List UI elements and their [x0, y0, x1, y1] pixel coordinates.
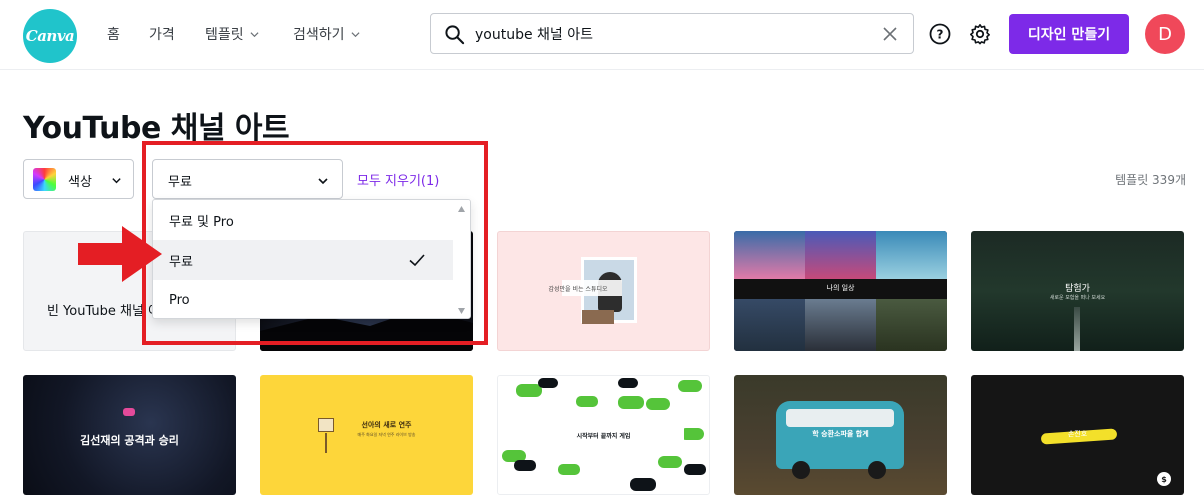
- nav-pricing-label: 가격: [149, 27, 175, 43]
- nav-discover[interactable]: 검색하기: [293, 24, 360, 44]
- card-text: 손진호: [1067, 430, 1088, 438]
- card-text: 김선재의 공격과 승리: [80, 434, 179, 447]
- card-text: 시작부터 끝까지 게임: [576, 433, 631, 440]
- svg-text:?: ?: [937, 28, 944, 42]
- highlight-box: [142, 141, 488, 345]
- chevron-down-icon: [112, 178, 121, 184]
- card-subtext: 매주 화요일 저녁 연주 라이브 방송: [357, 432, 416, 437]
- chevron-down-icon: [351, 31, 360, 37]
- color-swatch-icon: [33, 168, 56, 191]
- template-card-van[interactable]: 학 승환소파올 합계: [734, 375, 947, 495]
- template-card-explorer[interactable]: 탐험가 새로운 모험을 떠나 보세요: [971, 231, 1184, 351]
- template-card-studio[interactable]: 감성만을 비는 스튜디오: [497, 231, 710, 351]
- nav-home[interactable]: 홈: [107, 24, 120, 44]
- canva-logo[interactable]: Canva: [23, 9, 77, 63]
- card-text: 선아의 새로 연주: [361, 421, 412, 429]
- avatar[interactable]: D: [1145, 14, 1185, 54]
- color-filter-button[interactable]: 색상: [23, 159, 134, 199]
- card-text: 감성만을 비는 스튜디오: [548, 286, 608, 293]
- nav-discover-label: 검색하기: [293, 27, 345, 43]
- gear-icon[interactable]: [969, 23, 991, 45]
- pro-badge-icon: $: [1157, 472, 1171, 486]
- nav-home-label: 홈: [107, 27, 120, 43]
- nav-templates-label: 템플릿: [205, 27, 244, 43]
- help-icon[interactable]: ?: [929, 23, 951, 45]
- color-filter-label: 색상: [68, 175, 92, 190]
- search-input[interactable]: [475, 22, 855, 46]
- template-card-music[interactable]: 선아의 새로 연주 매주 화요일 저녁 연주 라이브 방송: [260, 375, 473, 495]
- chevron-down-icon: [250, 31, 259, 37]
- card-text: 학 승환소파올 합계: [812, 430, 869, 438]
- template-card-gaming[interactable]: 김선재의 공격과 승리: [23, 375, 236, 495]
- template-card-game-pattern[interactable]: 시작부터 끝까지 게임: [497, 375, 710, 495]
- red-arrow-icon: [78, 226, 162, 282]
- template-card-name[interactable]: 손진호 $: [971, 375, 1184, 495]
- card-text: 탐험가: [1065, 284, 1090, 294]
- nav-pricing[interactable]: 가격: [149, 24, 175, 44]
- template-count: 템플릿 339개: [1115, 173, 1186, 187]
- card-subtext: 새로운 모험을 떠나 보세요: [1049, 295, 1106, 301]
- nav-templates[interactable]: 템플릿: [205, 24, 259, 44]
- gamepad-icon: [123, 408, 135, 416]
- close-icon[interactable]: [881, 25, 899, 43]
- brown-tape: [582, 310, 614, 324]
- create-design-button[interactable]: 디자인 만들기: [1009, 14, 1129, 54]
- search-icon: [445, 25, 465, 45]
- card-text: 나의 일상: [826, 284, 855, 292]
- top-header: Canva 홈 가격 템플릿 검색하기 ? 디자인 만들기 D: [0, 0, 1204, 70]
- template-card-my-daily[interactable]: 나의 일상: [734, 231, 947, 351]
- search-bar: [430, 13, 914, 54]
